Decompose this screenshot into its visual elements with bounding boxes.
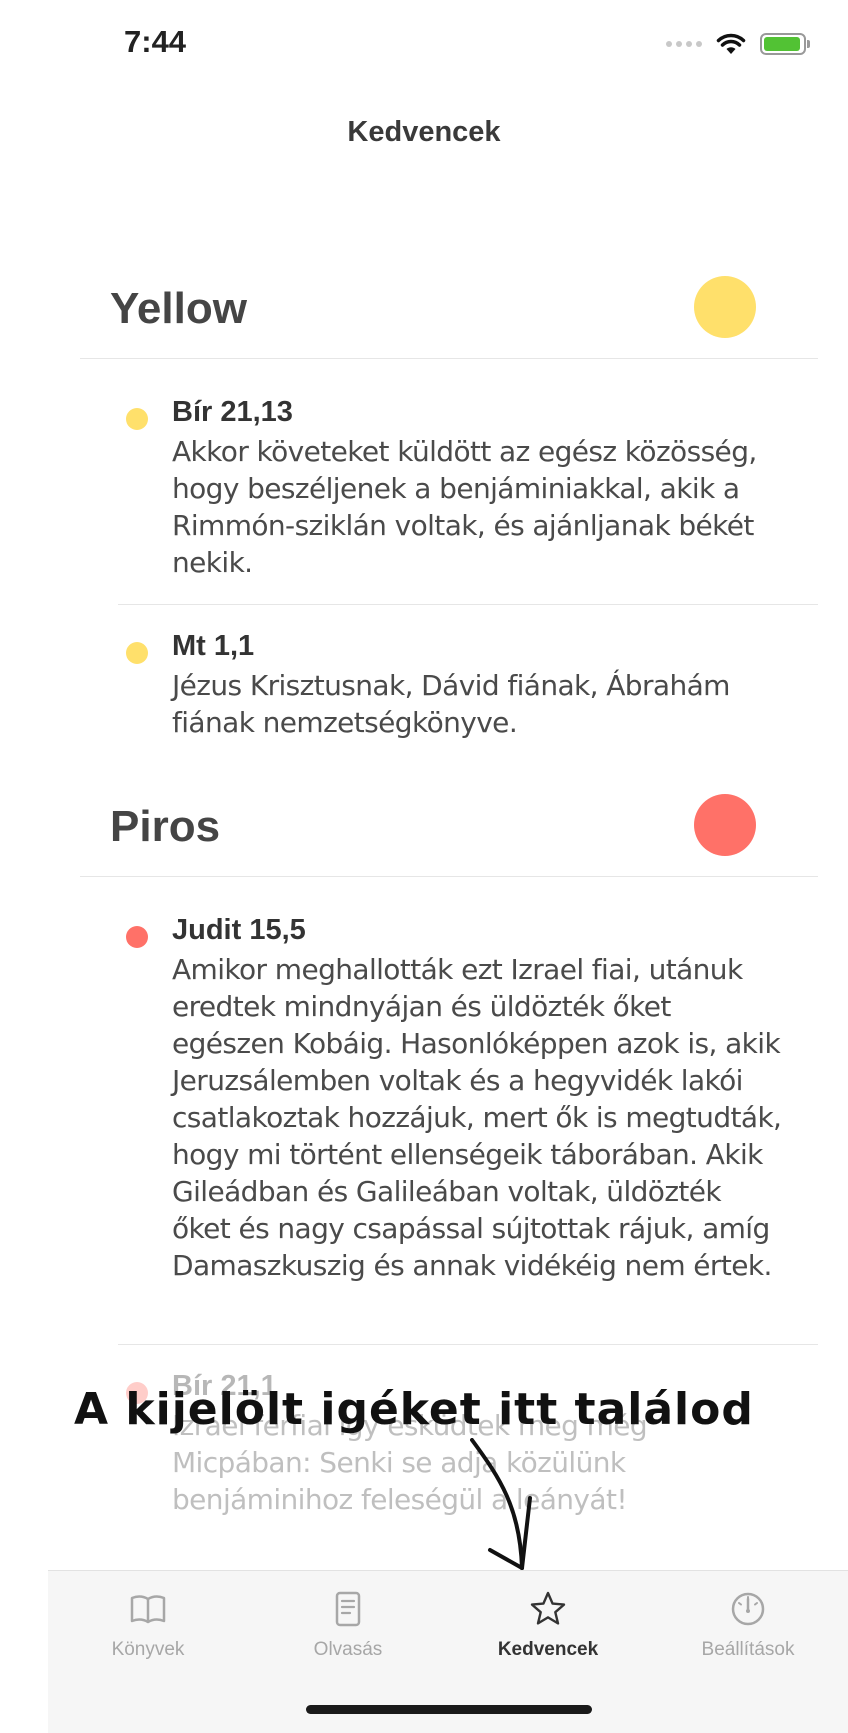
wifi-icon	[716, 33, 746, 54]
verse-item[interactable]: Judit 15,5 Amikor meghallották ezt Izrae…	[118, 914, 818, 1345]
section-header-piros[interactable]: Piros	[80, 780, 818, 877]
highlight-dot	[126, 642, 148, 664]
verse-reference: Judit 15,5	[172, 914, 306, 946]
status-time: 7:44	[124, 24, 187, 59]
verse-text: Akkor követeket küldött az egész közössé…	[172, 435, 757, 579]
color-swatch	[694, 794, 756, 856]
annotation-arrow-icon	[470, 1438, 532, 1570]
highlight-dot	[126, 408, 148, 430]
tab-olvasas[interactable]: Olvasás	[248, 1589, 448, 1661]
highlight-dot	[126, 926, 148, 948]
tutorial-annotation: A kijelölt igéket itt találod	[74, 1384, 754, 1435]
status-icons	[666, 30, 810, 58]
verse-reference: Mt 1,1	[172, 630, 255, 662]
section-header-yellow[interactable]: Yellow	[80, 262, 818, 359]
section-title: Piros	[110, 802, 221, 851]
page-title: Kedvencek	[347, 116, 501, 148]
verse-item[interactable]: Bír 21,13 Akkor követeket küldött az egé…	[118, 396, 818, 605]
verse-item[interactable]: Mt 1,1 Jézus Krisztusnak, Dávid fiának, …	[118, 630, 818, 750]
battery-icon	[760, 33, 810, 55]
gauge-icon	[731, 1592, 765, 1626]
signal-icon	[666, 41, 702, 47]
verse-text: Jézus Krisztusnak, Dávid fiának, Ábrahám…	[172, 669, 730, 739]
tab-konyvek[interactable]: Könyvek	[48, 1589, 248, 1661]
home-indicator[interactable]	[306, 1705, 592, 1714]
tab-kedvencek[interactable]: Kedvencek	[448, 1589, 648, 1661]
section-title: Yellow	[110, 284, 247, 333]
document-icon	[335, 1591, 361, 1627]
tab-beallitasok[interactable]: Beállítások	[648, 1589, 848, 1661]
star-icon	[530, 1591, 566, 1625]
verse-text: Amikor meghallották ezt Izrael fiai, utá…	[172, 953, 782, 1282]
book-icon	[130, 1595, 166, 1624]
status-bar: 7:44	[0, 0, 848, 90]
verse-reference: Bír 21,13	[172, 396, 293, 428]
color-swatch	[694, 276, 756, 338]
